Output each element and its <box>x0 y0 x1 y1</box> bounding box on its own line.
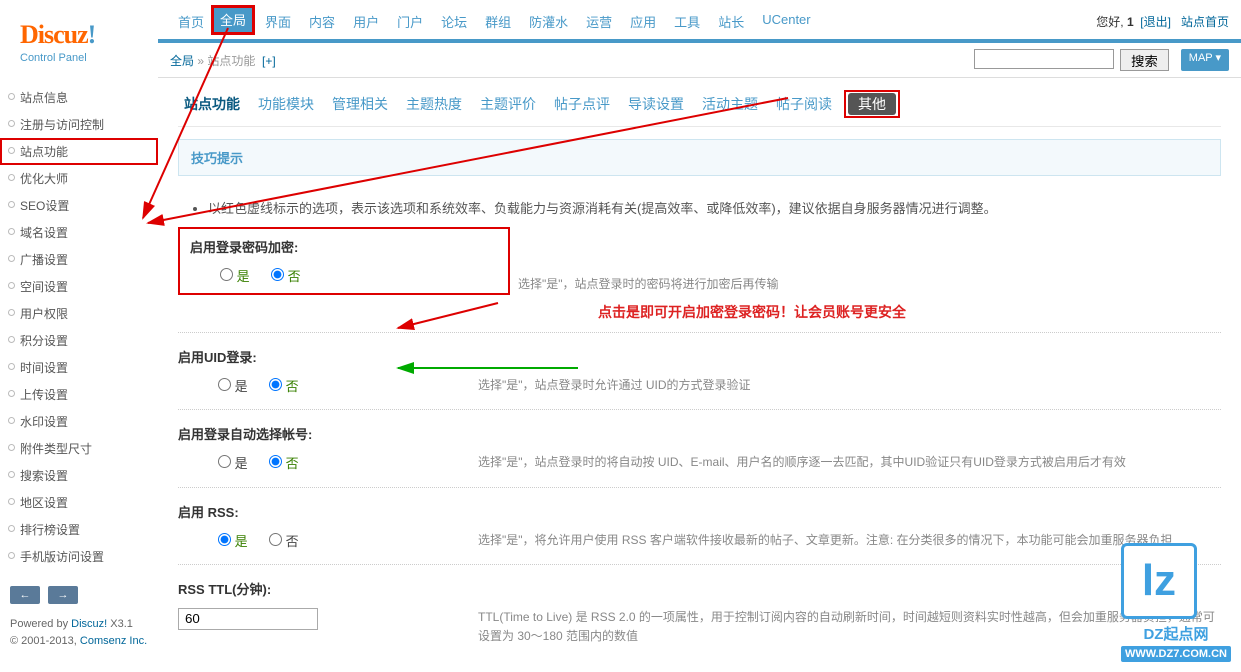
nav-item[interactable]: UCenter <box>754 8 818 35</box>
encrypt-label: 启用登录密码加密: <box>180 237 498 256</box>
tab-item[interactable]: 主题评价 <box>474 91 542 117</box>
search-button[interactable]: 搜索 <box>1120 49 1169 71</box>
tab-other[interactable]: 其他 <box>848 93 896 115</box>
top-nav: 首页 全局 界面 内容 用户 门户 论坛 群组 防灌水 运营 应用 工具 站长 … <box>170 8 1096 35</box>
nav-item[interactable]: 工具 <box>666 8 708 35</box>
uid-desc: 选择"是"，站点登录时允许通过 UID的方式登录验证 <box>478 376 1221 395</box>
logo: Discuz! Control Panel <box>0 0 158 74</box>
tip-body: 以红色虚线标示的选项，表示该选项和系统效率、负载能力与资源消耗有关(提高效率、或… <box>178 188 1221 227</box>
sidebar-item[interactable]: 搜索设置 <box>0 462 158 489</box>
sidebar-item[interactable]: 积分设置 <box>0 327 158 354</box>
sidebar-item[interactable]: 手机版访问设置 <box>0 543 158 570</box>
tab-main[interactable]: 站点功能 <box>178 91 246 117</box>
sidebar-item[interactable]: 地区设置 <box>0 489 158 516</box>
search-input[interactable] <box>974 49 1114 69</box>
sidebar-item[interactable]: 附件类型尺寸 <box>0 435 158 462</box>
tab-item[interactable]: 功能模块 <box>252 91 320 117</box>
sidebar-item[interactable]: 广播设置 <box>0 246 158 273</box>
sidebar-item[interactable]: 水印设置 <box>0 408 158 435</box>
sidebar-item[interactable]: 时间设置 <box>0 354 158 381</box>
sidebar-item[interactable]: 用户权限 <box>0 300 158 327</box>
nav-global[interactable]: 全局 <box>211 5 255 35</box>
watermark: lz DZ起点网 WWW.DZ7.COM.CN <box>1121 543 1231 662</box>
nav-prev-icon[interactable]: ← <box>10 586 40 604</box>
uid-no[interactable]: 否 <box>269 379 299 394</box>
nav-item[interactable]: 界面 <box>257 8 299 35</box>
sidebar: 站点信息 注册与访问控制 站点功能 优化大师 SEO设置 域名设置 广播设置 空… <box>0 74 158 580</box>
nav-item[interactable]: 群组 <box>477 8 519 35</box>
autoacct-yes[interactable]: 是 <box>218 456 248 471</box>
sub-tabs: 站点功能 功能模块 管理相关 主题热度 主题评价 帖子点评 导读设置 活动主题 … <box>178 90 1221 127</box>
sidebar-item[interactable]: 上传设置 <box>0 381 158 408</box>
nav-item[interactable]: 论坛 <box>433 8 475 35</box>
nav-home[interactable]: 首页 <box>170 8 212 35</box>
nav-next-icon[interactable]: → <box>48 586 78 604</box>
uid-yes[interactable]: 是 <box>218 379 248 394</box>
rss-yes[interactable]: 是 <box>218 534 248 549</box>
encrypt-desc: 选择"是"，站点登录时的密码将进行加密后再传输 <box>518 275 1221 294</box>
rss-desc: 选择"是"，将允许用户使用 RSS 客户端软件接收最新的帖子、文章更新。注意: … <box>478 531 1221 550</box>
rss-no[interactable]: 否 <box>269 534 299 549</box>
user-info: 您好, 1 [退出] 站点首页 <box>1096 13 1229 30</box>
tab-item[interactable]: 帖子阅读 <box>770 91 838 117</box>
nav-item[interactable]: 用户 <box>345 8 387 35</box>
footer: Powered by Discuz! X3.1 © 2001-2013, Com… <box>0 610 158 655</box>
rss-label: 启用 RSS: <box>178 502 1221 521</box>
nav-item[interactable]: 防灌水 <box>521 8 576 35</box>
tab-item[interactable]: 导读设置 <box>622 91 690 117</box>
sidebar-item[interactable]: 注册与访问控制 <box>0 111 158 138</box>
breadcrumb-plus[interactable]: [+] <box>262 54 276 68</box>
comsenz-link[interactable]: Comsenz Inc. <box>80 635 147 647</box>
nav-item[interactable]: 应用 <box>622 8 664 35</box>
tab-item[interactable]: 帖子点评 <box>548 91 616 117</box>
sidebar-item[interactable]: 排行榜设置 <box>0 516 158 543</box>
tip-box: 技巧提示 <box>178 139 1221 176</box>
annotation-note: 点击是即可开启加密登录密码！让会员账号更安全 <box>598 302 1221 322</box>
uid-label: 启用UID登录: <box>178 347 1221 366</box>
sidebar-item[interactable]: 空间设置 <box>0 273 158 300</box>
nav-item[interactable]: 站长 <box>710 8 752 35</box>
logout-link[interactable]: [退出] <box>1140 15 1171 29</box>
rssttl-label: RSS TTL(分钟): <box>178 579 1221 598</box>
sidebar-item[interactable]: SEO设置 <box>0 192 158 219</box>
rssttl-desc: TTL(Time to Live) 是 RSS 2.0 的一项属性，用于控制订阅… <box>478 608 1221 646</box>
tab-item[interactable]: 活动主题 <box>696 91 764 117</box>
encrypt-no[interactable]: 否 <box>271 269 301 284</box>
sidebar-item[interactable]: 优化大师 <box>0 165 158 192</box>
autoacct-desc: 选择"是"，站点登录时的将自动按 UID、E-mail、用户名的顺序逐一去匹配，… <box>478 453 1221 472</box>
encrypt-yes[interactable]: 是 <box>220 269 250 284</box>
sidebar-item[interactable]: 域名设置 <box>0 219 158 246</box>
map-button[interactable]: MAP ▾ <box>1181 49 1229 71</box>
discuz-link[interactable]: Discuz! <box>71 618 107 630</box>
rssttl-input[interactable] <box>178 608 318 630</box>
nav-item[interactable]: 门户 <box>389 8 431 35</box>
sidebar-item[interactable]: 站点信息 <box>0 84 158 111</box>
tab-item[interactable]: 管理相关 <box>326 91 394 117</box>
autoacct-no[interactable]: 否 <box>269 456 299 471</box>
autoacct-label: 启用登录自动选择帐号: <box>178 424 1221 443</box>
nav-item[interactable]: 运营 <box>578 8 620 35</box>
sidebar-item-active[interactable]: 站点功能 <box>0 138 158 165</box>
nav-item[interactable]: 内容 <box>301 8 343 35</box>
tab-item[interactable]: 主题热度 <box>400 91 468 117</box>
breadcrumb: 全局 » 站点功能 [+] <box>170 52 974 69</box>
site-home-link[interactable]: 站点首页 <box>1181 15 1229 29</box>
